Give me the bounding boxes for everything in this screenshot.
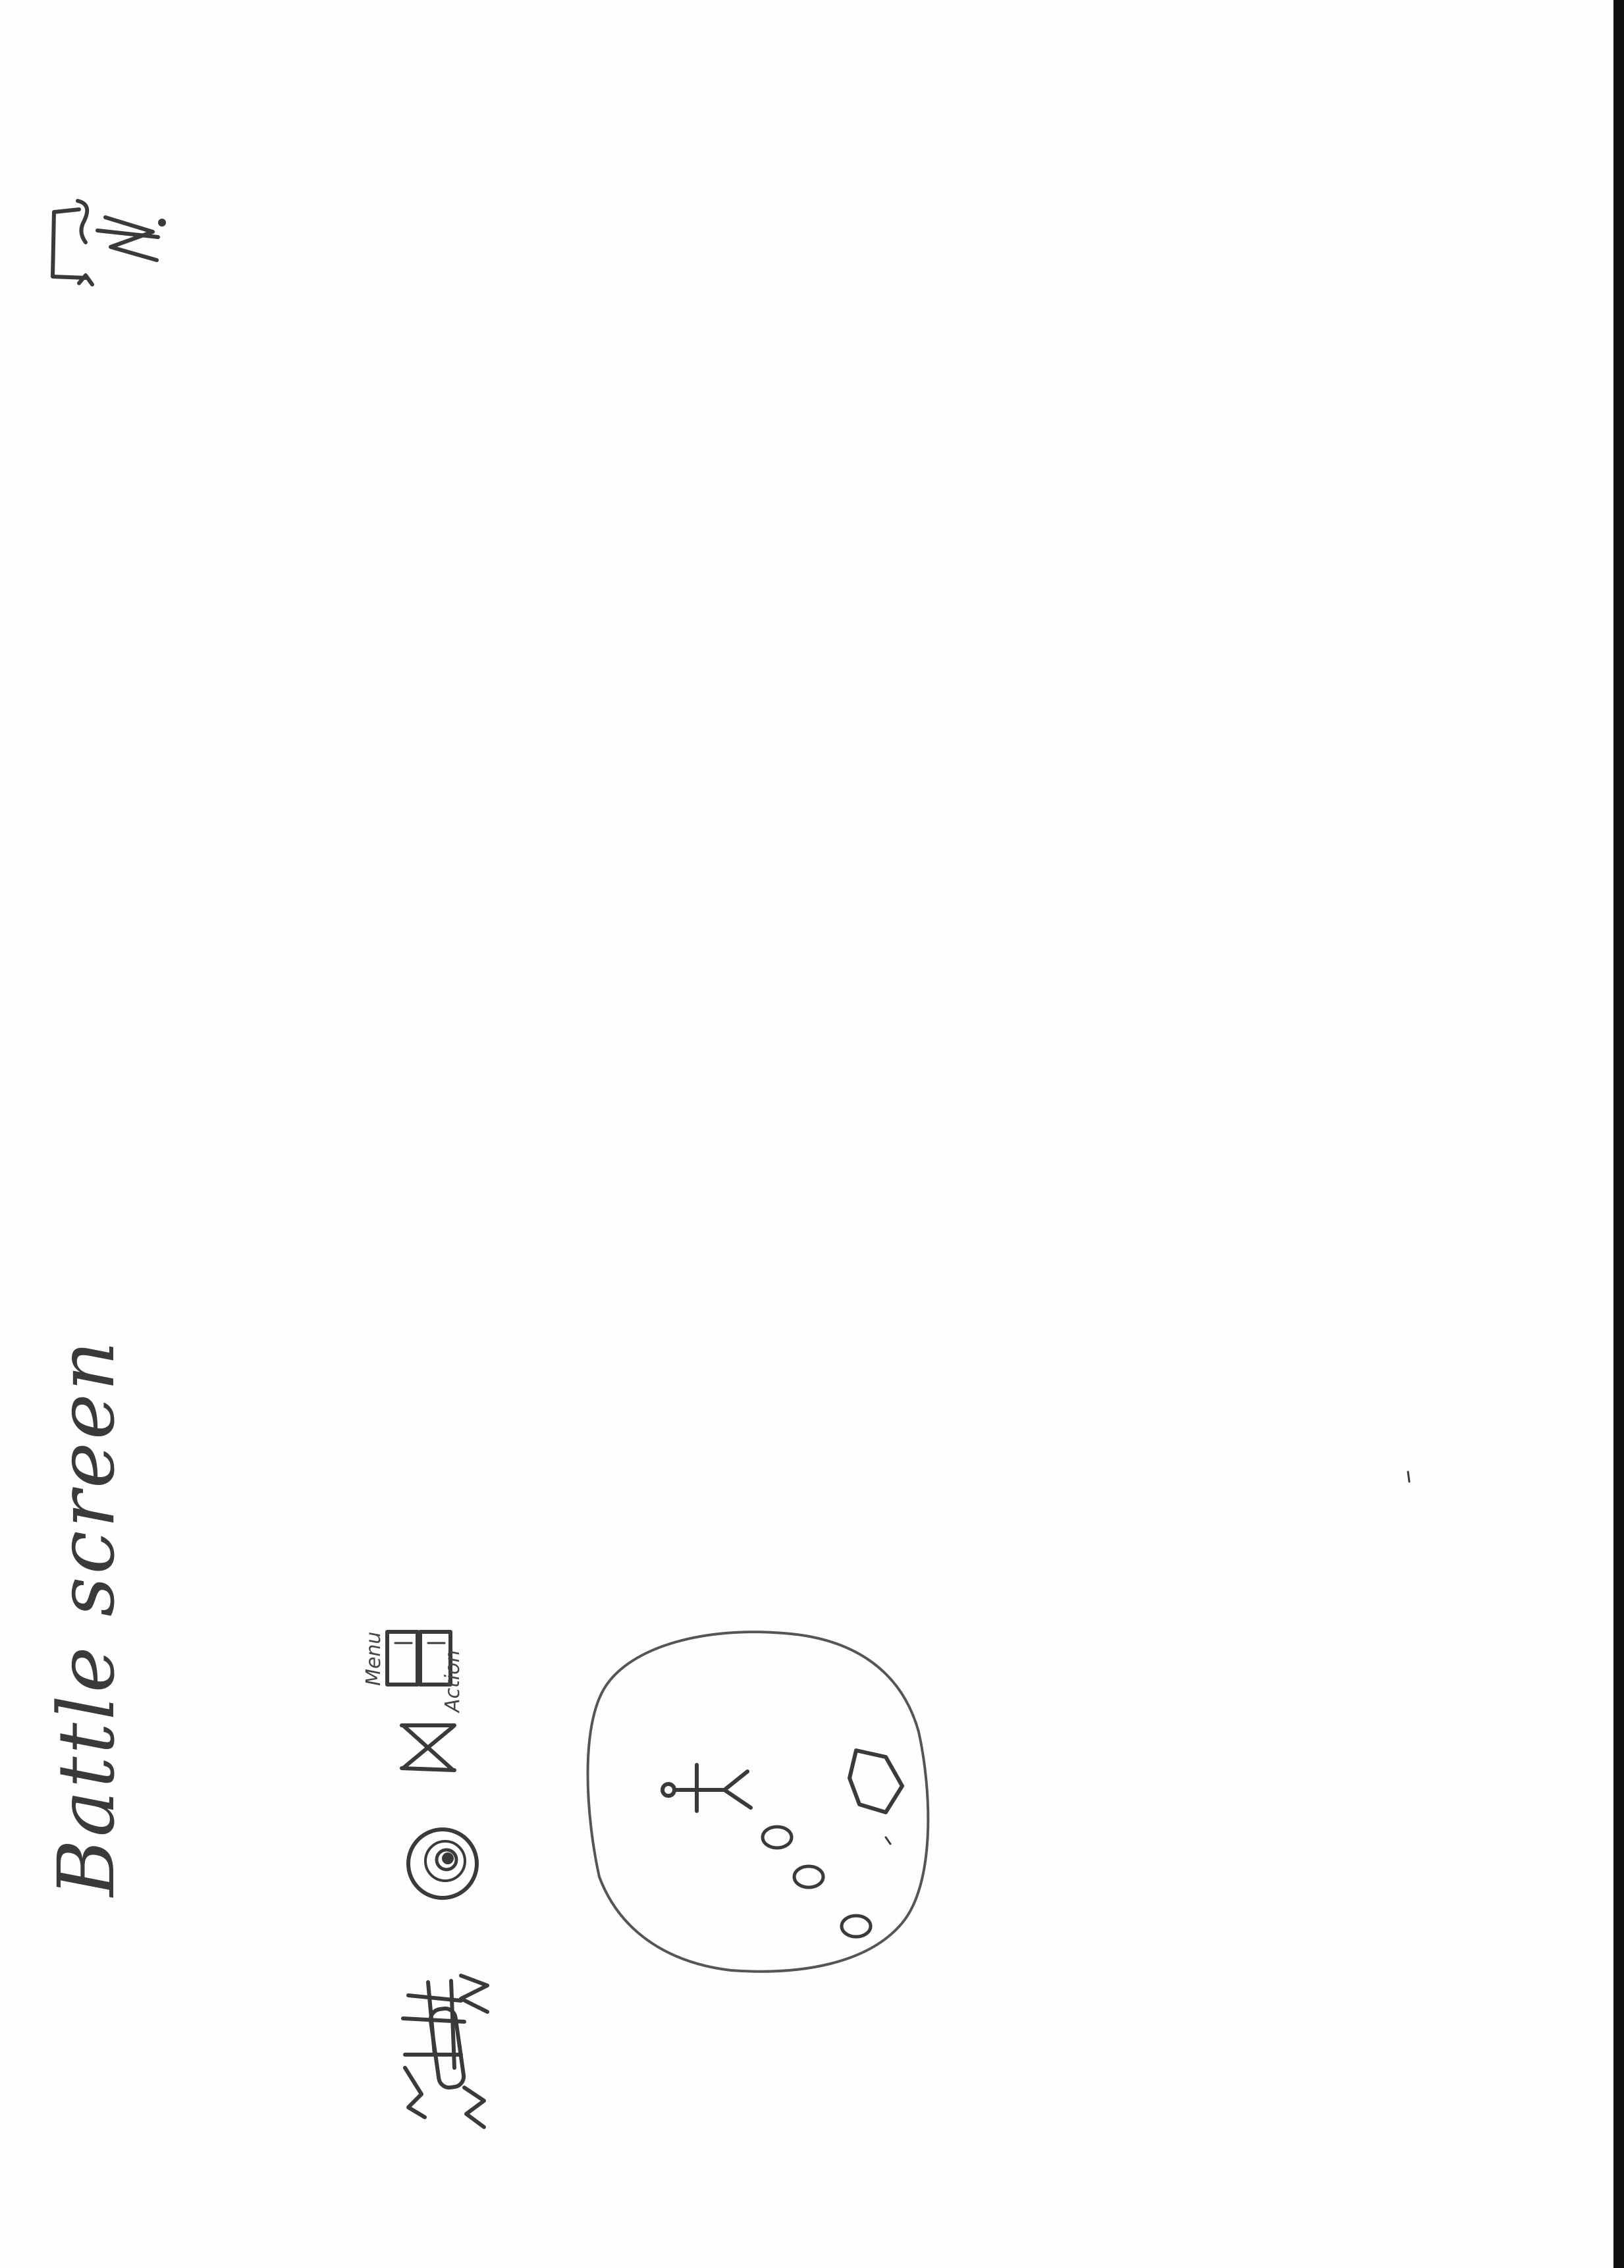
battle-arena [586,1631,930,1973]
hourglass-icon[interactable] [400,1723,456,1772]
sketch-page: Battle screen Menu Action [0,0,1624,2268]
target-icon[interactable] [406,1827,479,1900]
pentagon-icon[interactable] [848,1748,904,1845]
menu-label: Menu [362,1631,385,1686]
stray-mark [1407,1471,1411,1483]
menu-hatch-icon[interactable] [401,1974,489,2129]
corner-arrow-icon [51,199,166,286]
sketch-drawing [51,199,1411,2129]
stick-figure-icon[interactable] [661,1763,753,1813]
action-label: Action [441,1650,464,1712]
footprint-icon [761,1825,873,1939]
